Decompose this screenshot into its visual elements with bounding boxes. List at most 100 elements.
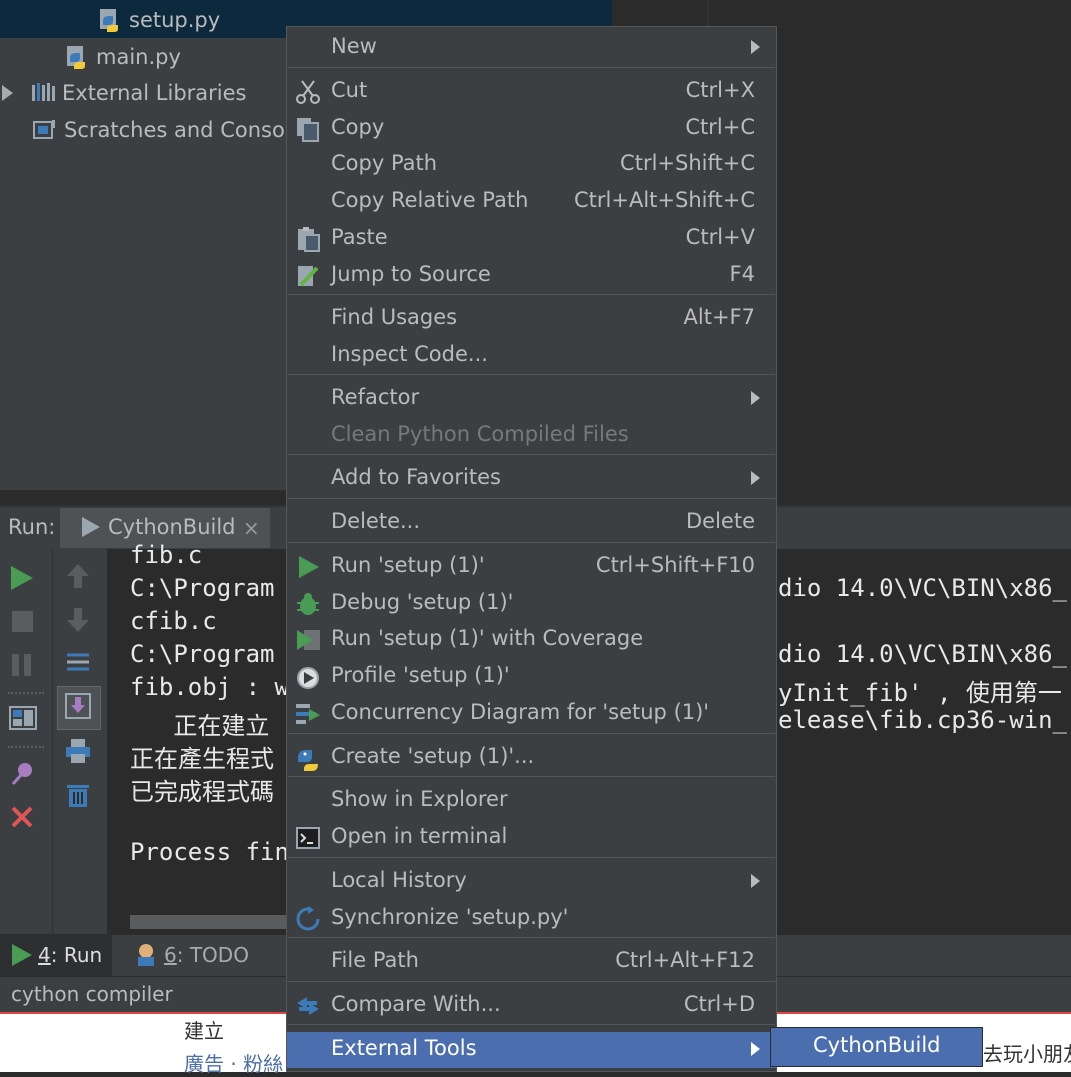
concurrency-icon: [295, 701, 321, 727]
menu-item-run-with-coverage[interactable]: Run 'setup (1)' with Coverage: [287, 622, 776, 658]
python-file-icon: [97, 7, 123, 33]
menu-item-copy-path[interactable]: Copy Path Ctrl+Shift+C: [287, 147, 776, 183]
terminal-icon: [295, 825, 321, 851]
menu-item-add-to-favorites[interactable]: Add to Favorites: [287, 461, 776, 497]
menu-item-file-path[interactable]: File Path Ctrl+Alt+F12: [287, 944, 776, 980]
tree-item-scratches[interactable]: Scratches and Consoles: [32, 112, 315, 148]
horizontal-scrollbar[interactable]: [130, 915, 310, 929]
tree-item-external-libraries[interactable]: External Libraries: [2, 75, 247, 111]
menu-item-shortcut: Delete: [686, 509, 755, 533]
menu-item-inspect-code[interactable]: Inspect Code...: [287, 338, 776, 374]
submenu-arrow-icon: [751, 40, 760, 54]
paste-icon: [295, 226, 321, 252]
console-line: 正在建立: [130, 712, 270, 740]
python-file-icon: [64, 44, 90, 70]
menu-item-new[interactable]: New: [287, 30, 776, 66]
menu-item-copy[interactable]: Copy Ctrl+C: [287, 111, 776, 147]
menu-item-run-setup[interactable]: Run 'setup (1)' Ctrl+Shift+F10: [287, 549, 776, 585]
tree-item-setup-py[interactable]: setup.py: [97, 2, 220, 38]
menu-separator: [288, 937, 775, 938]
tree-item-main-py[interactable]: main.py: [64, 39, 181, 75]
tool-window-todo-button[interactable]: 6: TODO: [164, 943, 249, 967]
menu-item-clean-compiled: Clean Python Compiled Files: [287, 418, 776, 454]
menu-item-label: Refactor: [331, 385, 420, 409]
menu-item-paste[interactable]: Paste Ctrl+V: [287, 221, 776, 257]
menu-item-profile-setup[interactable]: Profile 'setup (1)': [287, 659, 776, 695]
pause-icon[interactable]: [12, 654, 19, 676]
toolbar-divider: [8, 692, 44, 694]
menu-item-show-in-explorer[interactable]: Show in Explorer: [287, 783, 776, 819]
menu-item-shortcut: Ctrl+C: [685, 115, 755, 139]
console-line-tail: dio 14.0\VC\BIN\x86_: [778, 640, 1067, 668]
print-icon[interactable]: [65, 738, 91, 764]
menu-separator: [288, 454, 775, 455]
layout-icon[interactable]: [9, 706, 37, 730]
copy-icon: [295, 116, 321, 142]
menu-item-external-tools[interactable]: External Tools: [287, 1032, 776, 1068]
close-tab-icon[interactable]: ×: [243, 516, 260, 540]
menu-item-debug-setup[interactable]: Debug 'setup (1)': [287, 586, 776, 622]
menu-item-label: Clean Python Compiled Files: [331, 422, 629, 446]
menu-item-label: Local History: [331, 868, 467, 892]
tree-item-label: main.py: [96, 45, 181, 69]
submenu-arrow-icon: [751, 471, 760, 485]
console-line: fib.c: [130, 541, 203, 569]
menu-item-create-setup[interactable]: Create 'setup (1)'...: [287, 740, 776, 776]
menu-item-label: Profile 'setup (1)': [331, 663, 510, 687]
menu-item-jump-to-source[interactable]: Jump to Source F4: [287, 258, 776, 294]
pin-icon[interactable]: [9, 760, 37, 788]
menu-item-cut[interactable]: Cut Ctrl+X: [287, 74, 776, 110]
menu-item-shortcut: Ctrl+Alt+F12: [615, 948, 755, 972]
submenu-arrow-icon: [751, 874, 760, 888]
menu-separator: [288, 542, 775, 543]
up-arrow-icon[interactable]: [67, 564, 89, 588]
tree-item-label: setup.py: [129, 8, 221, 32]
menu-item-refactor[interactable]: Refactor: [287, 381, 776, 417]
menu-separator: [288, 1024, 775, 1025]
menu-item-delete[interactable]: Delete... Delete: [287, 505, 776, 541]
menu-item-label: Jump to Source: [331, 262, 491, 286]
console-line-tail: dio 14.0\VC\BIN\x86_: [778, 574, 1067, 602]
menu-separator: [288, 498, 775, 499]
trash-icon[interactable]: [66, 782, 90, 808]
console-line: C:\Program: [130, 640, 275, 668]
menu-separator: [288, 374, 775, 375]
soft-wrap-icon[interactable]: [65, 650, 91, 674]
menu-item-shortcut: F4: [729, 262, 755, 286]
menu-separator: [288, 294, 775, 295]
submenu-arrow-icon: [751, 1042, 760, 1056]
run-panel-label: Run:: [8, 515, 56, 539]
scratches-icon: [32, 117, 58, 143]
menu-separator: [288, 67, 775, 68]
menu-item-label: Add to Favorites: [331, 465, 501, 489]
run-toolbar-primary: [0, 549, 52, 934]
menu-item-label: New: [331, 34, 377, 58]
console-line: fib.obj : w: [130, 673, 289, 701]
menu-separator: [288, 776, 775, 777]
menu-item-copy-relative-path[interactable]: Copy Relative Path Ctrl+Alt+Shift+C: [287, 184, 776, 220]
menu-item-shortcut: Ctrl+Shift+C: [620, 151, 755, 175]
menu-item-label: Debug 'setup (1)': [331, 590, 514, 614]
menu-item-concurrency-diagram[interactable]: Concurrency Diagram for 'setup (1)': [287, 696, 776, 732]
expand-arrow-icon[interactable]: [2, 85, 13, 101]
tool-window-run-text: : Run: [50, 943, 103, 967]
debug-bug-icon: [295, 591, 321, 617]
close-icon[interactable]: [11, 806, 33, 828]
webpage-link[interactable]: 廣告 · 粉絲: [184, 1048, 283, 1077]
rerun-icon[interactable]: [11, 566, 33, 590]
tree-item-label: Scratches and Consoles: [64, 118, 315, 142]
submenu-item-cythonbuild[interactable]: CythonBuild: [813, 1033, 941, 1057]
tree-item-label: External Libraries: [62, 81, 247, 105]
menu-item-label: Copy Path: [331, 151, 438, 175]
menu-separator: [288, 733, 775, 734]
stop-icon[interactable]: [12, 611, 33, 632]
menu-item-compare-with[interactable]: Compare With... Ctrl+D: [287, 988, 776, 1024]
menu-item-local-history[interactable]: Local History: [287, 864, 776, 900]
menu-item-shortcut: Ctrl+Alt+Shift+C: [574, 188, 755, 212]
run-icon: [295, 554, 321, 580]
menu-item-synchronize[interactable]: Synchronize 'setup.py': [287, 901, 776, 937]
compare-icon: [295, 993, 321, 1019]
menu-item-open-in-terminal[interactable]: Open in terminal: [287, 820, 776, 856]
down-arrow-icon[interactable]: [67, 608, 89, 632]
menu-item-find-usages[interactable]: Find Usages Alt+F7: [287, 301, 776, 337]
